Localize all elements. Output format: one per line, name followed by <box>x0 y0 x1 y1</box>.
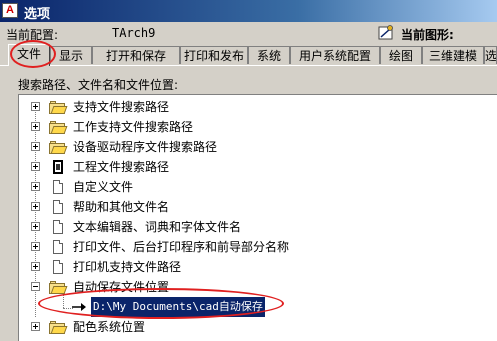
tree-item-label: 打印文件、后台打印程序和前导部分名称 <box>73 240 290 254</box>
search-paths-label: 搜索路径、文件名和文件位置: <box>18 78 179 92</box>
document-icon <box>53 220 63 234</box>
tree-item-text-editor-files[interactable]: 文本编辑器、词典和字体文件名 <box>19 217 489 237</box>
tree-item-project-paths[interactable]: 工程文件搜索路径 <box>19 157 489 177</box>
expand-icon[interactable] <box>31 162 40 171</box>
tree-item-label: 帮助和其他文件名 <box>73 200 170 214</box>
expand-icon[interactable] <box>31 142 40 151</box>
autocad-icon: A <box>2 3 18 18</box>
document-icon <box>53 200 63 214</box>
tree-item-plot-files[interactable]: 打印文件、后台打印程序和前导部分名称 <box>19 237 489 257</box>
tab-display[interactable]: 显示 <box>50 46 92 64</box>
tab-selection[interactable]: 选 <box>484 46 497 64</box>
project-icon <box>53 160 63 174</box>
tab-drafting[interactable]: 绘图 <box>380 46 422 64</box>
annotation-ellipse-tab <box>10 40 56 68</box>
open-folder-icon <box>49 281 68 294</box>
expand-icon[interactable] <box>31 242 40 251</box>
collapse-icon[interactable] <box>31 282 40 291</box>
folder-icon <box>49 141 68 154</box>
tab-user-preferences[interactable]: 用户系统配置 <box>290 46 380 64</box>
tree-item-color-book-locations[interactable]: 配色系统位置 <box>19 317 489 337</box>
expand-icon[interactable] <box>31 322 40 331</box>
tree-item-label: 打印机支持文件路径 <box>73 260 182 274</box>
current-profile-value: TArch9 <box>112 26 156 40</box>
tree-item-working-support-paths[interactable]: 工作支持文件搜索路径 <box>19 117 489 137</box>
expand-icon[interactable] <box>31 222 40 231</box>
tree-item-printer-support-paths[interactable]: 打印机支持文件路径 <box>19 257 489 277</box>
current-drawing-label: 当前图形: <box>401 28 454 42</box>
tree-item-device-driver-paths[interactable]: 设备驱动程序文件搜索路径 <box>19 137 489 157</box>
expand-icon[interactable] <box>31 122 40 131</box>
title-bar[interactable]: A 选项 <box>0 0 497 22</box>
folder-icon <box>49 321 68 334</box>
tab-baseline <box>0 65 497 66</box>
tab-open-save[interactable]: 打开和保存 <box>92 46 180 64</box>
expand-icon[interactable] <box>31 202 40 211</box>
expand-icon[interactable] <box>31 182 40 191</box>
tab-strip: 文件 显示 打开和保存 打印和发布 系统 用户系统配置 绘图 三维建模 选 <box>4 44 497 66</box>
tree-item-help-files[interactable]: 帮助和其他文件名 <box>19 197 489 217</box>
options-dialog: A 选项 当前配置: TArch9 当前图形: 文件 显示 打开和保存 打印和发… <box>0 0 497 341</box>
folder-icon <box>49 101 68 114</box>
tab-system[interactable]: 系统 <box>248 46 290 64</box>
document-icon <box>53 260 63 274</box>
tree-item-label: 自定义文件 <box>73 180 134 194</box>
tree-item-label: 设备驱动程序文件搜索路径 <box>73 140 218 154</box>
expand-icon[interactable] <box>31 262 40 271</box>
document-icon <box>53 240 63 254</box>
drawing-icon <box>378 25 393 40</box>
tree-item-label: 支持文件搜索路径 <box>73 100 170 114</box>
tree-item-customization-files[interactable]: 自定义文件 <box>19 177 489 197</box>
expand-icon[interactable] <box>31 102 40 111</box>
window-title: 选项 <box>24 7 51 22</box>
tree-item-support-paths[interactable]: 支持文件搜索路径 <box>19 97 489 117</box>
folder-icon <box>49 121 68 134</box>
tab-plot-publish[interactable]: 打印和发布 <box>180 46 248 64</box>
tree-item-label: 工作支持文件搜索路径 <box>73 120 194 134</box>
tree-item-label: 文本编辑器、词典和字体文件名 <box>73 220 242 234</box>
annotation-ellipse-path <box>38 288 284 319</box>
tree-item-label: 工程文件搜索路径 <box>73 160 170 174</box>
document-icon <box>53 180 63 194</box>
tree-item-label: 配色系统位置 <box>73 320 146 334</box>
tab-3d-modeling[interactable]: 三维建模 <box>422 46 484 64</box>
